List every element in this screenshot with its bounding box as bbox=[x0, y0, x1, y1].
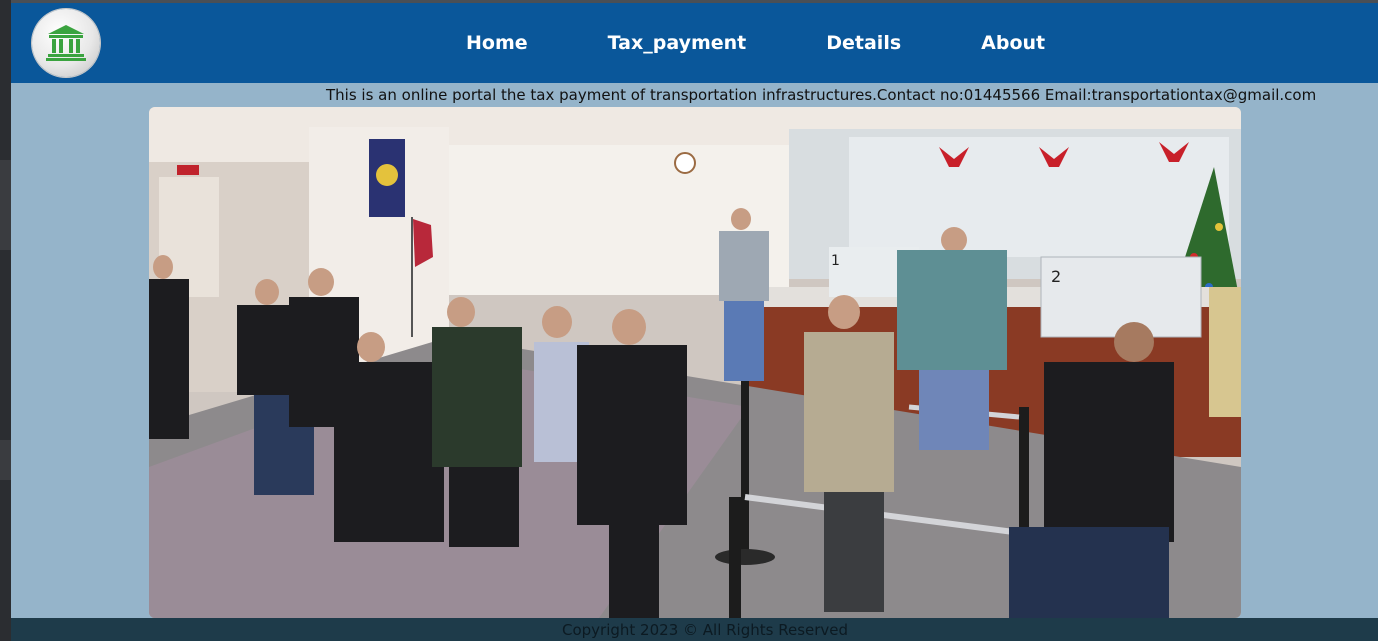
counter-number-1: 1 bbox=[831, 253, 840, 269]
hero-image: 1 2 bbox=[149, 107, 1241, 618]
navbar: Home Tax_payment Details About bbox=[11, 3, 1378, 83]
nav-about-link[interactable]: About bbox=[981, 32, 1045, 54]
counter-number-2: 2 bbox=[1051, 267, 1061, 286]
footer: Copyright 2023 © All Rights Reserved bbox=[11, 618, 1378, 641]
strip-segment bbox=[0, 440, 11, 480]
nav-details-link[interactable]: Details bbox=[826, 32, 901, 54]
left-window-strip bbox=[0, 0, 11, 641]
tax-office-queue-photo: 1 2 bbox=[149, 107, 1241, 618]
nav-tax-payment-link[interactable]: Tax_payment bbox=[608, 32, 747, 54]
copyright-text: Copyright 2023 © All Rights Reserved bbox=[562, 621, 849, 639]
portal-info-text: This is an online portal the tax payment… bbox=[326, 86, 1317, 104]
government-building-icon bbox=[46, 25, 86, 61]
strip-segment bbox=[0, 160, 11, 250]
nav-links: Home Tax_payment Details About bbox=[466, 3, 1045, 83]
site-logo[interactable] bbox=[32, 9, 100, 77]
nav-home-link[interactable]: Home bbox=[466, 32, 528, 54]
